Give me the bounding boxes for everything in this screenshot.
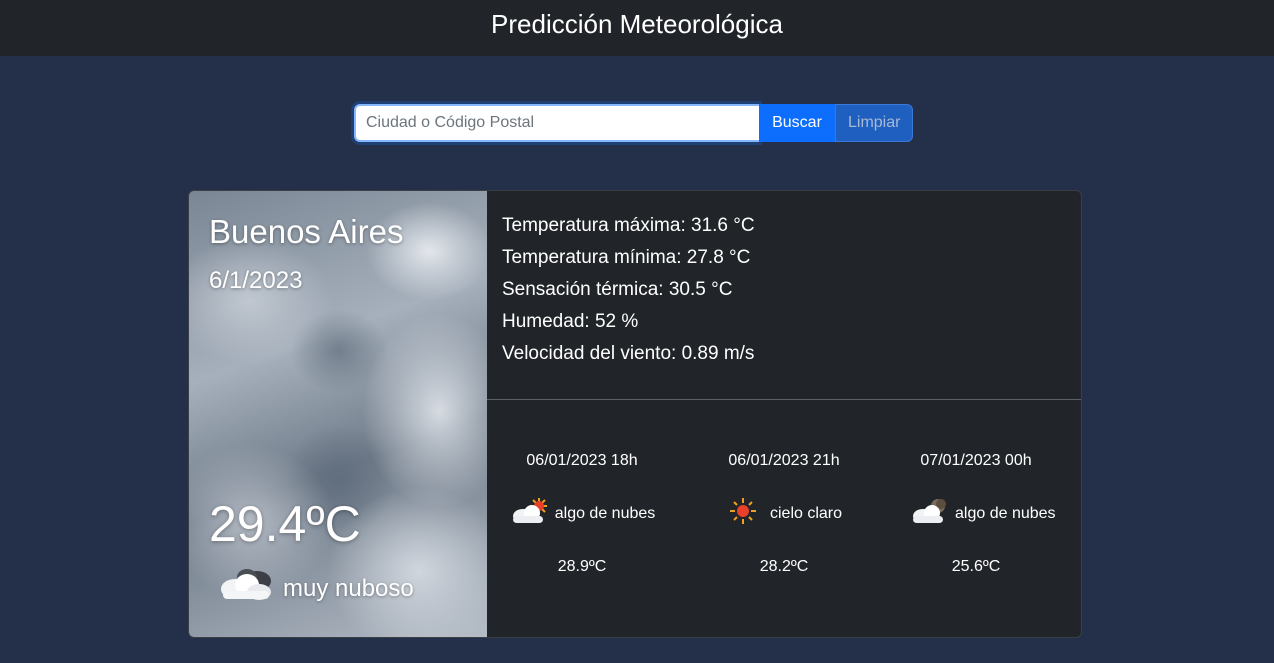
forecast-condition-label: algo de nubes [554,504,656,522]
current-temperature: 29.4ºC [209,496,361,552]
forecast-temperature: 28.9ºC [557,558,607,575]
forecast-condition-label: cielo claro [769,504,843,522]
forecast-list: 06/01/2023 18h algo de nubes 28.9ºC 06/0… [487,400,1081,637]
city-name: Buenos Aires [209,213,404,250]
forecast-datetime: 06/01/2023 21h [728,452,840,469]
current-condition: muy nuboso [215,565,414,612]
forecast-item: 07/01/2023 00h algo de nubes 25.6ºC [881,400,1081,637]
forecast-datetime: 07/01/2023 00h [920,452,1032,469]
forecast-datetime: 06/01/2023 18h [526,452,638,469]
humidity: Humedad: 52 % [502,311,639,332]
page-title: Predicción Meteorológica [491,8,783,39]
current-weather-panel: Buenos Aires 6/1/2023 29.4ºC muy nuboso [189,191,487,637]
search-bar: Buscar Limpiar [354,104,913,142]
forecast-item: 06/01/2023 21h cielo claro 28.2ºC [689,400,879,637]
search-input[interactable] [354,104,759,142]
max-temperature: Temperatura máxima: 31.6 °C [502,215,755,236]
forecast-condition: algo de nubes [487,496,677,531]
weather-details: Temperatura máxima: 31.6 °C Temperatura … [487,191,1081,400]
feels-like: Sensación térmica: 30.5 °C [502,279,733,300]
clear-button[interactable]: Limpiar [835,104,913,142]
broken-clouds-icon [215,565,275,612]
forecast-item: 06/01/2023 18h algo de nubes 28.9ºC [487,400,677,637]
forecast-temperature: 25.6ºC [951,558,1001,575]
app-header: Predicción Meteorológica [0,0,1274,56]
current-date: 6/1/2023 [209,267,303,294]
min-temperature: Temperatura mínima: 27.8 °C [502,247,751,268]
clear-sky-icon [726,496,760,531]
few-clouds-day-icon [509,496,551,531]
search-button[interactable]: Buscar [759,104,835,142]
forecast-temperature: 28.2ºC [759,558,809,575]
forecast-condition: algo de nubes [909,496,1056,531]
weather-card: Buenos Aires 6/1/2023 29.4ºC muy nuboso … [188,190,1082,638]
few-clouds-night-icon [909,496,951,531]
forecast-condition: cielo claro [689,496,879,531]
current-condition-label: muy nuboso [283,574,414,602]
wind-speed: Velocidad del viento: 0.89 m/s [502,343,755,364]
forecast-condition-label: algo de nubes [955,504,1056,522]
